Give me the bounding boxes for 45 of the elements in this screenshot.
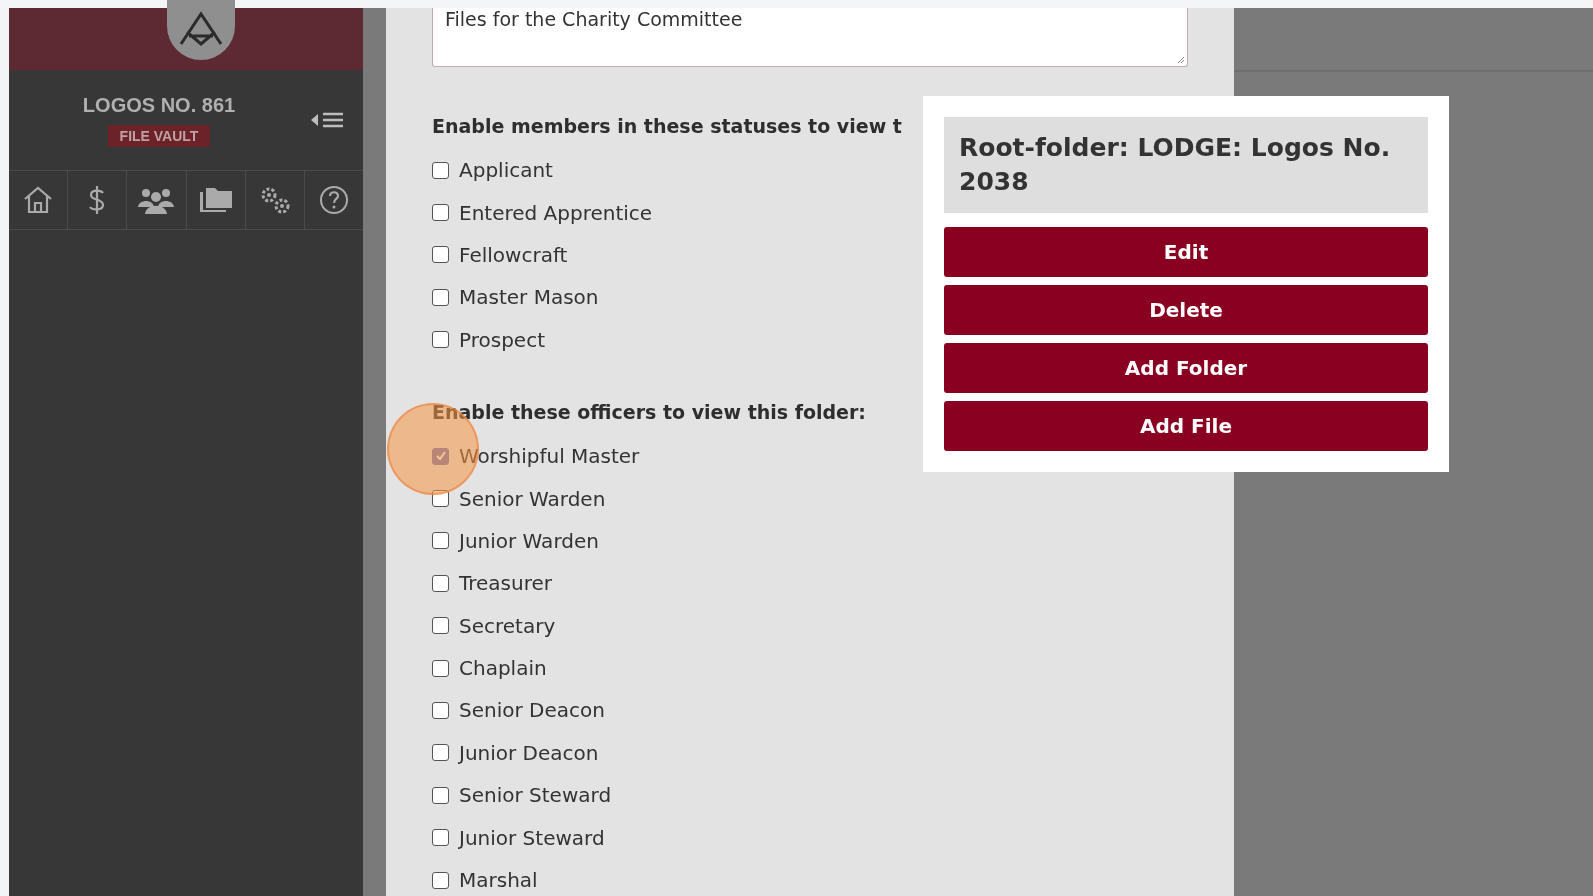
- checkbox-label: Senior Deacon: [459, 698, 605, 723]
- checkbox-label: Master Mason: [459, 285, 599, 310]
- checkbox[interactable]: [432, 288, 449, 306]
- checkbox[interactable]: [432, 532, 449, 550]
- action-button[interactable]: Edit: [944, 226, 1428, 277]
- action-button[interactable]: Add Folder: [944, 342, 1428, 393]
- checkbox[interactable]: [432, 574, 449, 592]
- lodge-name: LOGOS NO. 861: [82, 93, 236, 117]
- checkbox[interactable]: [432, 871, 449, 889]
- help-icon[interactable]: [318, 185, 349, 215]
- checkbox-label: Prospect: [459, 327, 545, 352]
- checkbox-label: Senior Steward: [459, 783, 612, 808]
- checkbox-label: Marshal: [459, 868, 538, 893]
- description-field[interactable]: Files for the Charity Committee: [432, 8, 1188, 67]
- checkbox[interactable]: [432, 659, 449, 677]
- checkbox-label: Junior Steward: [459, 825, 605, 850]
- checkbox-label: Junior Deacon: [459, 740, 599, 765]
- checkbox[interactable]: [432, 702, 449, 719]
- statuses-heading: Enable members in these statuses to view t: [432, 115, 902, 137]
- checkbox[interactable]: [432, 204, 449, 222]
- checkbox[interactable]: [432, 331, 449, 349]
- checkbox-label: Fellowcraft: [459, 242, 568, 267]
- resize-grip-icon[interactable]: [1175, 54, 1185, 64]
- checkbox-label: Applicant: [459, 158, 553, 183]
- checkbox[interactable]: [432, 490, 449, 508]
- checkbox[interactable]: [432, 617, 449, 635]
- checkbox-label: Chaplain: [459, 656, 547, 681]
- checkbox-label: Entered Apprentice: [459, 200, 653, 225]
- checkbox[interactable]: [432, 786, 449, 804]
- square-compass-logo-icon: [167, 0, 235, 60]
- checkbox[interactable]: [432, 829, 449, 847]
- checkbox[interactable]: [432, 246, 449, 264]
- checkbox-label: Senior Warden: [459, 486, 606, 511]
- checkbox[interactable]: [432, 447, 449, 465]
- checkbox[interactable]: [432, 161, 449, 179]
- section-badge: FILE VAULT: [107, 124, 211, 147]
- folder-title: Root-folder: LODGE: Logos No. 2038: [944, 117, 1428, 213]
- action-button[interactable]: Delete: [944, 284, 1428, 335]
- checkbox[interactable]: [432, 744, 449, 762]
- checkbox-label: Secretary: [459, 613, 556, 638]
- action-button[interactable]: Add File: [944, 400, 1428, 451]
- checkbox-label: Treasurer: [459, 571, 553, 596]
- collapse-menu-icon[interactable]: [309, 110, 345, 130]
- folders-icon[interactable]: [197, 186, 234, 214]
- checkbox-label: Junior Warden: [459, 528, 599, 553]
